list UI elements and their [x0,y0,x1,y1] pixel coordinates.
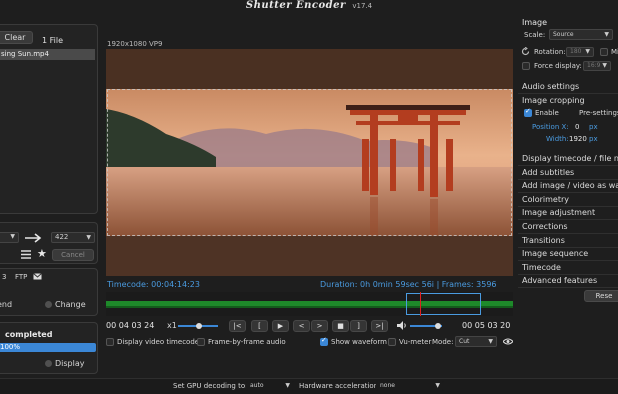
display-video-timecode-label: Display video timecode [117,338,200,346]
output-panel: t 3 FTP end Change [0,268,98,316]
video-info: 1920x1080 VP9 [107,40,163,48]
rotate-icon[interactable] [521,47,530,56]
width-value[interactable]: 1920 [569,135,587,143]
video-frame[interactable] [106,49,513,276]
hardware-acceleration-select[interactable]: none ▼ [376,381,444,391]
vu-meter-label: Vu-meter [399,338,432,346]
app-title-bar: Shutter Encoder v17.4 [200,0,418,14]
width-unit: px [589,135,598,143]
speed-slider-thumb[interactable] [196,323,202,329]
clear-button[interactable]: Clear [0,31,33,44]
playhead[interactable] [420,292,421,316]
file-list-item[interactable]: sing Sun.mp4 [0,49,95,60]
section-colorimetry[interactable]: Colorimetry [518,193,618,207]
audio-settings-section[interactable]: Audio settings [518,80,618,94]
mirror-checkbox[interactable] [600,48,608,56]
mark-out-button[interactable]: ] [350,320,367,332]
gpu-decoding-select[interactable]: auto ▼ [246,381,294,391]
frame-by-frame-audio-label: Frame-by-frame audio [208,338,286,346]
duration-display: Duration: 0h 0min 59sec 56i | Frames: 35… [320,280,497,289]
section-image-adjustment[interactable]: Image adjustment [518,206,618,221]
scale-select[interactable]: Source ▼ [549,29,613,40]
section-transitions[interactable]: Transitions [518,234,618,248]
rotation-select[interactable]: 180 ▼ [566,47,594,57]
scale-label: Scale: [524,31,546,39]
mirror-label: Mi [611,48,618,56]
cancel-button[interactable]: Cancel [52,249,94,261]
stop-button[interactable]: ■ [332,320,349,332]
ftp-label[interactable]: FTP [15,273,27,281]
position-x-unit: px [589,123,598,131]
force-display-checkbox[interactable] [522,62,530,70]
timecode-out[interactable]: 00 05 03 20 [462,321,510,330]
timecode-display: Timecode: 00:04:14:23 [107,280,200,289]
display-label: Display [55,359,85,368]
next-frame-button[interactable]: > [311,320,328,332]
section-advanced-features[interactable]: Advanced features [518,274,618,289]
frame-by-frame-audio-checkbox[interactable] [197,338,205,346]
go-end-button[interactable]: >| [371,320,388,332]
file-count: 1 File [42,36,64,45]
timecode-in[interactable]: 00 04 03 24 [106,321,154,330]
app-title: Shutter Encoder [245,0,346,11]
volume-icon[interactable] [397,321,407,330]
speed-slider[interactable] [178,323,218,329]
mode-select[interactable]: Cut ▼ [455,336,497,347]
convert-panel: ▼ 422 ▼ ★ Cancel [0,222,98,264]
position-x-value[interactable]: 0 [575,123,579,131]
progress-percent: 100% [0,343,21,351]
mail-icon[interactable] [33,273,42,280]
image-section-header[interactable]: Image [522,18,547,27]
source-format-select[interactable]: ▼ [0,232,19,243]
volume-slider-thumb[interactable] [435,323,441,329]
arrow-right-icon [25,233,42,243]
change-radio[interactable] [45,301,52,308]
width-label: Width: [546,135,569,143]
force-display-label: Force display: [534,62,582,70]
play-button[interactable]: ▶ [272,320,289,332]
section-add-image-video-as-watermark[interactable]: Add image / video as watermark [518,179,618,194]
output-tab-label[interactable]: t 3 [0,273,6,281]
display-video-timecode-checkbox[interactable] [106,338,114,346]
presettings-label[interactable]: Pre-settings [579,109,618,117]
output-codec-select[interactable]: 422 ▼ [51,232,95,243]
reset-button[interactable]: Rese [584,290,618,302]
show-waveform-label: Show waveform [331,338,387,346]
selection-box[interactable] [406,293,481,315]
section-corrections[interactable]: Corrections [518,220,618,234]
change-label: Change [55,300,86,309]
vu-meter-checkbox[interactable] [388,338,396,346]
section-add-subtitles[interactable]: Add subtitles [518,166,618,180]
display-radio[interactable] [45,360,52,367]
show-waveform-checkbox[interactable] [320,336,328,346]
section-timecode[interactable]: Timecode [518,261,618,275]
go-start-button[interactable]: |< [229,320,246,332]
speed-label: x1 [167,321,177,330]
mode-label: Mode: [432,338,454,346]
app-version: v17.4 [352,2,373,10]
hardware-acceleration-label: Hardware acceleration: [299,382,381,390]
crop-region[interactable] [107,89,512,236]
enable-crop-checkbox[interactable] [524,107,532,117]
section-image-sequence[interactable]: Image sequence [518,247,618,262]
force-display-select[interactable]: 16:9 ▼ [583,61,611,71]
previous-frame-button[interactable]: < [293,320,310,332]
star-icon[interactable]: ★ [37,247,47,260]
send-label: end [0,300,13,309]
position-x-label: Position X: [532,123,569,131]
file-list-panel: Clear 1 File sing Sun.mp4 [0,24,98,214]
eye-icon[interactable] [503,338,513,345]
section-display-timecode-file-name[interactable]: Display timecode / file name [518,152,618,166]
menu-icon[interactable] [21,250,31,259]
image-cropping-section[interactable]: Image cropping [518,94,618,108]
progress-status: completed [5,330,53,339]
enable-crop-label: Enable [535,109,559,117]
progress-panel: completed 100% Display [0,322,98,374]
timeline-waveform[interactable] [106,292,513,316]
mark-in-button[interactable]: [ [251,320,268,332]
volume-slider[interactable] [410,323,442,329]
gpu-decoding-label: Set GPU decoding to: [173,382,248,390]
progress-bar: 100% [0,343,96,352]
rotation-label: Rotation: [534,48,566,56]
